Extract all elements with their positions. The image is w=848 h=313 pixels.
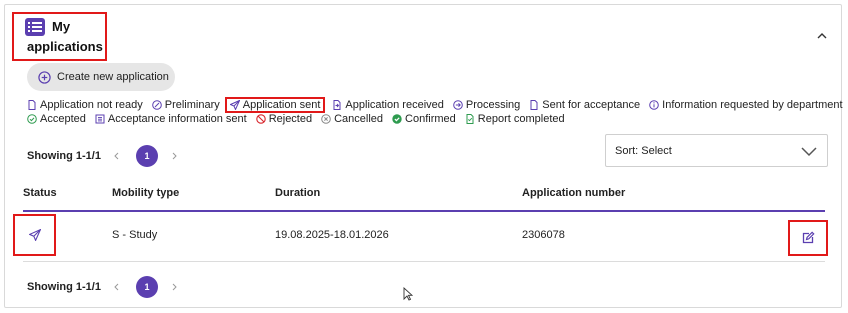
legend-item: Processing: [453, 99, 520, 111]
status-legend-row2: Accepted Acceptance information sent Rej…: [27, 113, 574, 125]
check-circle-outline-icon: [27, 114, 37, 124]
header-divider: [23, 210, 825, 212]
chevron-up-icon[interactable]: [815, 29, 829, 43]
page-number-button[interactable]: 1: [136, 276, 158, 298]
check-circle-filled-icon: [392, 114, 402, 124]
column-header-application-number: Application number: [522, 187, 626, 199]
row-application-number: 2306078: [522, 229, 565, 241]
column-header-duration: Duration: [275, 187, 321, 199]
row-status-cell: [13, 214, 56, 256]
legend-item: Application received: [332, 99, 444, 111]
arrow-circle-icon: [453, 100, 463, 110]
paper-plane-icon: [229, 100, 240, 110]
edit-icon: [802, 231, 815, 244]
sort-select[interactable]: Sort: Select: [605, 134, 828, 167]
chevron-right-icon[interactable]: [169, 282, 179, 292]
row-duration: 19.08.2025-18.01.2026: [275, 229, 389, 241]
chevron-right-icon[interactable]: [169, 151, 179, 161]
edit-application-button[interactable]: [788, 220, 828, 256]
page-title-line2: applications: [27, 39, 103, 54]
column-header-status: Status: [23, 187, 57, 199]
legend-item: Accepted: [27, 113, 86, 125]
legend-item: Sent for acceptance: [529, 99, 640, 111]
list-box-icon: [95, 114, 105, 124]
document-check-icon: [466, 114, 474, 124]
legend-item: Acceptance information sent: [95, 113, 247, 125]
legend-item: Confirmed: [392, 113, 456, 125]
row-divider: [23, 261, 825, 262]
list-icon: [25, 18, 45, 36]
mouse-cursor-icon: [403, 287, 413, 301]
info-circle-icon: [649, 100, 659, 110]
prohibited-icon: [255, 114, 266, 124]
legend-item: Rejected: [255, 113, 312, 125]
page-number-button[interactable]: 1: [136, 145, 158, 167]
create-application-label: Create new application: [57, 71, 169, 83]
applications-card: My applications Create new application A…: [4, 4, 843, 308]
document-icon: [530, 100, 538, 110]
plus-circle-icon: [38, 70, 51, 84]
legend-item: Cancelled: [321, 113, 383, 125]
paper-plane-icon: [28, 229, 41, 241]
legend-item: Application not ready: [27, 99, 143, 111]
create-application-button[interactable]: Create new application: [27, 63, 175, 91]
showing-count-top: Showing 1-1/1: [27, 150, 101, 162]
chevron-down-icon: [801, 147, 817, 157]
chevron-left-icon[interactable]: [112, 151, 122, 161]
pencil-circle-icon: [151, 100, 162, 110]
legend-item: Preliminary: [151, 99, 220, 111]
legend-item-highlighted: Application sent: [224, 97, 326, 113]
showing-count-bottom: Showing 1-1/1: [27, 281, 101, 293]
chevron-left-icon[interactable]: [112, 282, 122, 292]
document-icon: [28, 100, 36, 110]
page-title: My: [52, 19, 71, 34]
status-legend-row1: Application not ready Preliminary Applic…: [27, 97, 848, 113]
x-circle-icon: [321, 114, 331, 124]
legend-item: Report completed: [465, 113, 565, 125]
legend-item: Information requested by department: [649, 99, 843, 111]
column-header-mobility-type: Mobility type: [112, 187, 180, 199]
row-mobility-type: S - Study: [112, 229, 158, 241]
document-arrow-icon: [333, 100, 341, 110]
sort-select-label: Sort: Select: [615, 144, 672, 157]
